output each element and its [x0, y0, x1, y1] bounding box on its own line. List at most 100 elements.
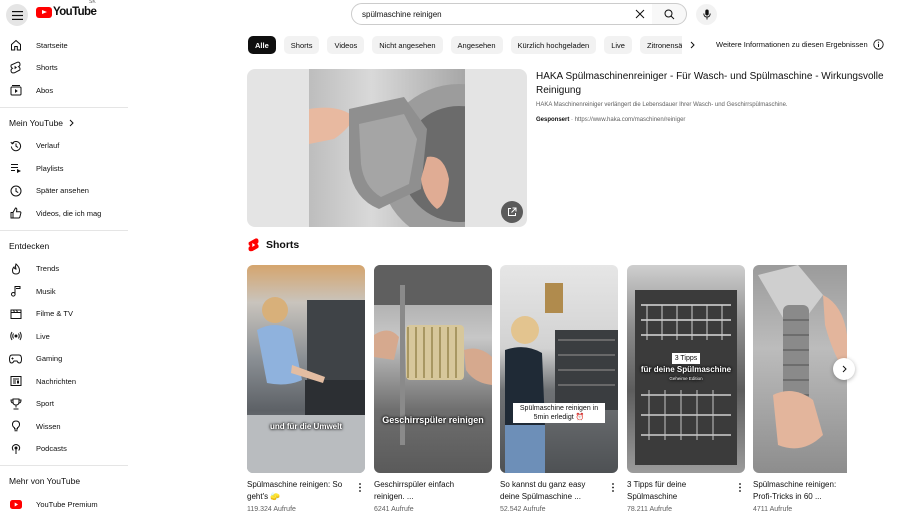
short-menu-button[interactable]: [608, 480, 618, 494]
close-icon: [635, 9, 645, 19]
sidebar-item-playlists[interactable]: Playlists: [0, 157, 128, 180]
shorts-shelf-header: Shorts: [248, 238, 299, 252]
sidebar-item-label: Gaming: [36, 354, 63, 364]
chips-next-button[interactable]: [682, 36, 702, 54]
divider: [0, 229, 128, 231]
sidebar-item-label: Sport: [36, 399, 54, 409]
short-menu-button[interactable]: [735, 480, 745, 494]
short-overlay-caption: Spülmaschine reinigen in 5min erledigt ⏰: [500, 403, 618, 423]
short-title[interactable]: Spülmaschine reinigen: Profi-Tricks in 6…: [753, 479, 847, 503]
short-title[interactable]: Geschirrspüler einfach reinigen. ...: [374, 479, 478, 503]
short-overlay-caption: 3 Tipps: [627, 353, 745, 364]
guide-sidebar: Startseite Shorts Abos Mein YouTube Verl…: [0, 34, 128, 516]
sidebar-section-you[interactable]: Mein YouTube: [0, 111, 128, 135]
search-icon: [664, 9, 674, 19]
sidebar-item-label: Podcasts: [36, 444, 67, 454]
sidebar-item-gaming[interactable]: Gaming: [0, 348, 128, 371]
short-menu-button[interactable]: [355, 480, 365, 494]
short-overlay-caption-text: Spülmaschine reinigen in 5min erledigt ⏰: [513, 403, 605, 423]
short-card[interactable]: Geschirrspüler reinigen Geschirrspüler e…: [374, 265, 492, 513]
short-title[interactable]: So kannst du ganz easy deine Spülmaschin…: [500, 479, 604, 503]
short-overlay-caption: Geschirrspüler reinigen: [382, 415, 484, 425]
ad-url[interactable]: https://www.haka.com/maschinen/reiniger: [575, 117, 686, 123]
voice-search-button[interactable]: [696, 4, 717, 25]
history-icon: [9, 139, 22, 152]
sidebar-item-home[interactable]: Startseite: [0, 34, 128, 57]
shorts-logo-icon: [248, 238, 259, 252]
youtube-premium-icon: [9, 498, 22, 511]
sidebar-item-shorts[interactable]: Shorts: [0, 57, 128, 80]
more-info-link[interactable]: Weitere Informationen zu diesen Ergebnis…: [716, 39, 884, 50]
sidebar-item-news[interactable]: Nachrichten: [0, 370, 128, 393]
sidebar-item-history[interactable]: Verlauf: [0, 135, 128, 158]
sidebar-item-label: Shorts: [36, 63, 58, 73]
sidebar-item-music[interactable]: Musik: [0, 280, 128, 303]
short-title[interactable]: 3 Tipps für deine Spülmaschine: [627, 479, 731, 503]
sidebar-item-label: Startseite: [36, 40, 68, 50]
watch-later-icon: [9, 184, 22, 197]
masthead: YouTube SK spülmaschine reinigen: [0, 0, 900, 30]
live-icon: [9, 330, 22, 343]
sidebar-item-subscriptions[interactable]: Abos: [0, 79, 128, 102]
ad-thumbnail[interactable]: [247, 69, 527, 227]
short-overlay-caption-3: Geheime Edition: [669, 376, 703, 381]
short-thumbnail[interactable]: und für die Umwelt: [247, 265, 365, 473]
chip-all[interactable]: Alle: [248, 36, 276, 54]
movies-icon: [9, 307, 22, 320]
ad-title[interactable]: HAKA Spülmaschinenreiniger - Für Wasch- …: [536, 70, 888, 98]
chip-recently-uploaded[interactable]: Kürzlich hochgeladen: [510, 36, 597, 54]
youtube-logo[interactable]: YouTube: [36, 6, 97, 18]
sidebar-item-youtube-premium[interactable]: YouTube Premium: [0, 493, 128, 516]
sports-icon: [9, 397, 22, 410]
chip-watched[interactable]: Angesehen: [450, 36, 503, 54]
short-views: 119.324 Aufrufe: [247, 506, 296, 513]
sidebar-item-watch-later[interactable]: Später ansehen: [0, 180, 128, 203]
sidebar-item-label: Playlists: [36, 163, 64, 173]
short-thumbnail[interactable]: 3 Tipps für deine Spülmaschine Geheime E…: [627, 265, 745, 473]
sidebar-item-movies[interactable]: Filme & TV: [0, 303, 128, 326]
search-button[interactable]: [652, 3, 687, 25]
short-card[interactable]: und für die Umwelt Spülmaschine reinigen…: [247, 265, 365, 513]
sidebar-item-label: Filme & TV: [36, 309, 73, 319]
short-thumbnail[interactable]: Geschirrspüler reinigen: [374, 265, 492, 473]
short-card[interactable]: Spülmaschine reinigen in 5min erledigt ⏰…: [500, 265, 618, 513]
more-vert-icon: [359, 482, 361, 492]
music-icon: [9, 285, 22, 298]
short-title[interactable]: Spülmaschine reinigen: So geht's 🧽: [247, 479, 351, 503]
chip-live[interactable]: Live: [604, 36, 632, 54]
chevron-right-icon: [842, 365, 847, 373]
section-title: Mein YouTube: [9, 117, 64, 128]
sidebar-item-sports[interactable]: Sport: [0, 393, 128, 416]
subscriptions-icon: [9, 84, 22, 97]
clear-search-button[interactable]: [630, 4, 650, 24]
sponsored-label: Gesponsert: [536, 117, 570, 123]
sidebar-item-label: Nachrichten: [36, 376, 77, 386]
chip-unwatched[interactable]: Nicht angesehen: [372, 36, 443, 54]
shorts-next-button[interactable]: [833, 358, 855, 380]
sidebar-item-live[interactable]: Live: [0, 325, 128, 348]
short-thumbnail[interactable]: Spülmaschine reinigen in 5min erledigt ⏰: [500, 265, 618, 473]
filter-chips: Alle Shorts Videos Nicht angesehen Anges…: [248, 36, 698, 54]
sidebar-item-liked-videos[interactable]: Videos, die ich mag: [0, 202, 128, 225]
short-card[interactable]: 3 Tipps für deine Spülmaschine Geheime E…: [627, 265, 745, 513]
chevron-right-icon: [690, 41, 695, 49]
learning-icon: [9, 420, 22, 433]
sidebar-item-podcasts[interactable]: Podcasts: [0, 438, 128, 461]
open-external-button[interactable]: [501, 201, 523, 223]
search-input[interactable]: spülmaschine reinigen: [351, 3, 653, 25]
guide-menu-button[interactable]: [6, 4, 28, 26]
sidebar-item-learning[interactable]: Wissen: [0, 415, 128, 438]
search-query[interactable]: spülmaschine reinigen: [362, 10, 630, 19]
news-icon: [9, 375, 22, 388]
divider: [0, 106, 128, 108]
chip-videos[interactable]: Videos: [327, 36, 365, 54]
ad-meta: Gesponsert · https://www.haka.com/maschi…: [536, 117, 685, 123]
short-views: 78.211 Aufrufe: [627, 506, 673, 513]
chip-shorts[interactable]: Shorts: [283, 36, 320, 54]
podcasts-icon: [9, 442, 22, 455]
short-card[interactable]: Spülmaschine reinigen: Profi-Tricks in 6…: [753, 265, 847, 523]
sidebar-section-explore: Entdecken: [9, 240, 50, 251]
sidebar-item-trending[interactable]: Trends: [0, 258, 128, 281]
shorts-icon: [9, 61, 22, 74]
more-vert-icon: [739, 482, 741, 492]
